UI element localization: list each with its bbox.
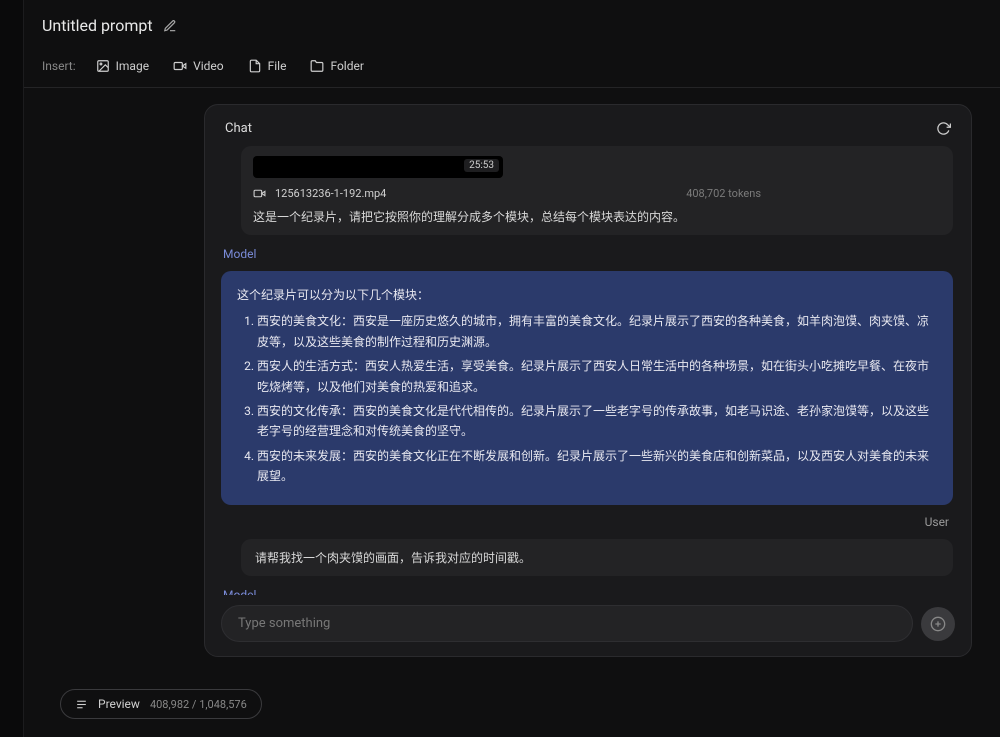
model-1-item-1: 西安的美食文化：西安是一座历史悠久的城市，拥有丰富的美食文化。纪录片展示了西安的… xyxy=(257,311,937,352)
insert-file[interactable]: File xyxy=(238,55,297,77)
prompt-input[interactable]: Type something xyxy=(221,605,913,642)
page-title: Untitled prompt xyxy=(42,16,153,35)
chat-title: Chat xyxy=(225,121,252,136)
image-icon xyxy=(96,59,110,73)
list-icon xyxy=(75,698,88,711)
video-attachment[interactable]: 25:53 125613236-1-192.mp4 408,702 tokens… xyxy=(241,146,953,235)
preview-button[interactable]: Preview 408,982 / 1,048,576 xyxy=(60,689,262,719)
send-button[interactable] xyxy=(921,607,955,641)
insert-video[interactable]: Video xyxy=(163,55,234,77)
model-1-intro: 这个纪录片可以分为以下几个模块： xyxy=(237,285,937,305)
refresh-icon[interactable] xyxy=(936,121,951,136)
file-icon xyxy=(248,59,262,73)
insert-file-label: File xyxy=(268,59,287,73)
insert-label: Insert: xyxy=(42,59,76,73)
video-filename: 125613236-1-192.mp4 xyxy=(275,187,386,200)
edit-icon[interactable] xyxy=(163,19,177,33)
model-1-item-4: 西安的未来发展：西安的美食文化正在不断发展和创新。纪录片展示了一些新兴的美食店和… xyxy=(257,446,937,487)
video-file-icon xyxy=(253,186,267,200)
folder-icon xyxy=(310,59,324,73)
user-message-2: 请帮我找一个肉夹馍的画面，告诉我对应的时间戳。 xyxy=(241,539,953,576)
insert-video-label: Video xyxy=(193,59,224,73)
insert-folder[interactable]: Folder xyxy=(300,55,373,77)
token-counts: 408,982 / 1,048,576 xyxy=(150,698,247,711)
user-message-1: 这是一个纪录片，请把它按照你的理解分成多个模块，总结每个模块表达的内容。 xyxy=(253,208,941,225)
preview-label: Preview xyxy=(98,697,140,711)
video-tokens: 408,702 tokens xyxy=(686,187,761,200)
model-label-2: Model xyxy=(221,584,953,595)
insert-folder-label: Folder xyxy=(330,59,363,73)
video-icon xyxy=(173,59,187,73)
model-label-1: Model xyxy=(221,243,953,263)
chat-panel: Chat 25:53 125613236-1-192.mp4 408,702 xyxy=(204,104,972,657)
video-duration: 25:53 xyxy=(464,159,499,172)
user-label: User xyxy=(221,513,953,531)
model-1-item-2: 西安人的生活方式：西安人热爱生活，享受美食。纪录片展示了西安人日常生活中的各种场… xyxy=(257,356,937,397)
video-thumbnail: 25:53 xyxy=(253,156,503,178)
insert-image-label: Image xyxy=(116,59,149,73)
model-1-item-3: 西安的文化传承：西安的美食文化是代代相传的。纪录片展示了一些老字号的传承故事，如… xyxy=(257,401,937,442)
insert-image[interactable]: Image xyxy=(86,55,159,77)
model-response-1: 这个纪录片可以分为以下几个模块： 西安的美食文化：西安是一座历史悠久的城市，拥有… xyxy=(221,271,953,505)
